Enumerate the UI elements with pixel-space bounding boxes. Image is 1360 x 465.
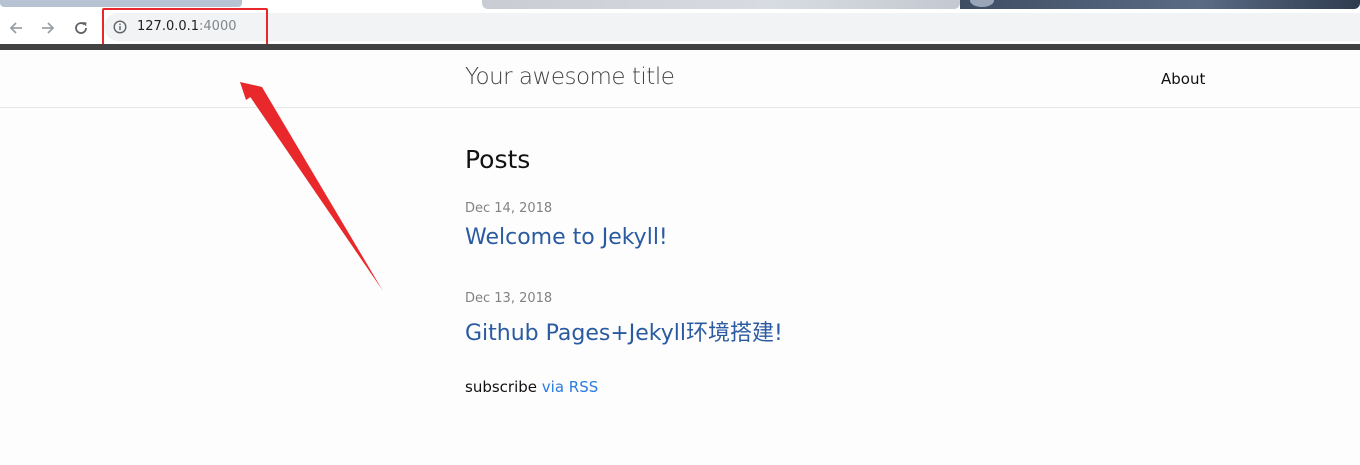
browser-tab[interactable] <box>960 0 1360 9</box>
browser-tab[interactable] <box>482 0 960 9</box>
site-header: Your awesome title About <box>0 50 1360 108</box>
reload-icon[interactable] <box>69 16 93 40</box>
nav-link-about[interactable]: About <box>1161 70 1205 88</box>
subscribe-line: subscribe via RSS <box>465 378 598 396</box>
post-link[interactable]: Welcome to Jekyll! <box>465 225 668 250</box>
annotation-highlight-box <box>102 8 268 48</box>
post-date: Dec 13, 2018 <box>465 291 553 306</box>
subscribe-text: subscribe <box>465 378 537 396</box>
tab-favicon-icon <box>970 0 994 7</box>
post-link[interactable]: Github Pages+Jekyll环境搭建! <box>465 315 783 347</box>
back-arrow-icon[interactable] <box>4 16 28 40</box>
rss-link[interactable]: via RSS <box>542 378 598 396</box>
site-title[interactable]: Your awesome title <box>465 64 675 90</box>
page-heading: Posts <box>465 145 531 174</box>
forward-arrow-icon[interactable] <box>36 16 60 40</box>
address-bar[interactable]: 127.0.0.1:4000 <box>104 13 1360 41</box>
post-date: Dec 14, 2018 <box>465 201 553 216</box>
browser-tab[interactable] <box>0 0 242 7</box>
